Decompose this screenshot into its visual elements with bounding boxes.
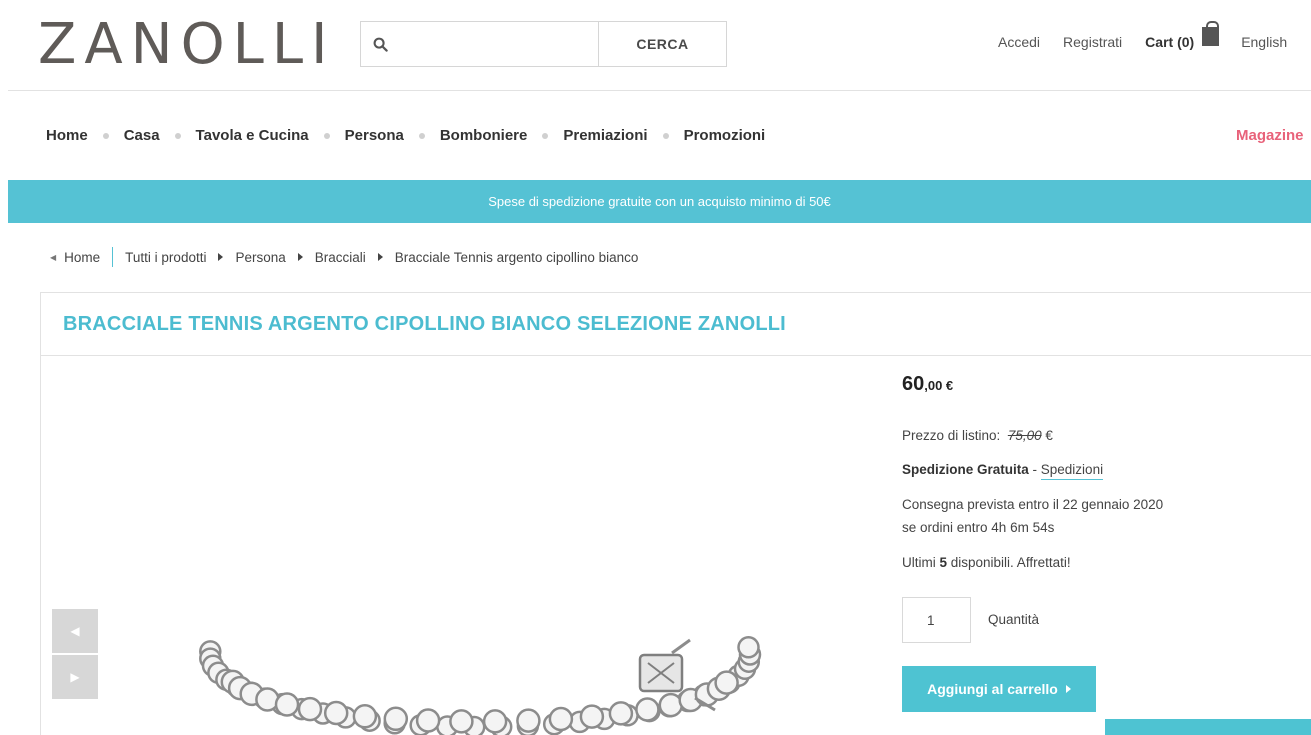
nav-item-casa[interactable]: Casa <box>124 127 160 144</box>
nav-separator <box>174 132 181 139</box>
list-price: Prezzo di listino: 75,00 € <box>902 428 1053 443</box>
chevron-left-small-icon: ◀ <box>50 252 57 262</box>
add-to-cart-button[interactable]: Aggiungi al carrello <box>902 666 1096 712</box>
quantity-label: Quantità <box>988 612 1040 627</box>
free-shipping-label: Spedizione Gratuita <box>902 462 1029 477</box>
register-link[interactable]: Registrati <box>1063 34 1122 50</box>
add-to-cart-label: Aggiungi al carrello <box>927 681 1058 697</box>
site-logo[interactable]: ZANOLLI <box>38 10 336 80</box>
account-links: Accedi Registrati Cart (0) English <box>998 21 1310 51</box>
cart-link[interactable]: Cart (0) <box>1145 34 1194 50</box>
breadcrumb-item-current: Bracciale Tennis argento cipollino bianc… <box>394 249 639 265</box>
shipping-info: Spedizione Gratuita - Spedizioni <box>902 462 1104 480</box>
search-icon <box>373 37 388 52</box>
search-button[interactable]: CERCA <box>599 22 726 66</box>
breadcrumb-divider <box>112 247 114 267</box>
breadcrumb-item-bracciali[interactable]: Bracciali <box>315 250 366 265</box>
chevron-right-icon: ▶ <box>70 670 80 684</box>
stock-prefix: Ultimi <box>902 555 940 570</box>
breadcrumb-item-persona[interactable]: Persona <box>235 250 285 265</box>
nav-item-bomboniere[interactable]: Bomboniere <box>440 127 528 144</box>
breadcrumb: ◀ Home Tutti i prodotti Persona Braccial… <box>50 247 638 267</box>
shipping-separator: - <box>1028 462 1041 477</box>
shipping-banner-text: Spese di spedizione gratuite con un acqu… <box>488 194 831 209</box>
search-bar: CERCA <box>360 21 727 67</box>
shopping-bag-icon[interactable] <box>1202 21 1220 46</box>
main-nav: Home Casa Tavola e Cucina Persona Bombon… <box>46 127 765 144</box>
nav-separator <box>662 132 669 139</box>
chevron-right-icon <box>1065 685 1071 693</box>
caret-right-icon <box>218 253 224 261</box>
price-integer: 60 <box>902 373 925 395</box>
caret-right-icon <box>377 253 383 261</box>
search-input[interactable] <box>361 22 599 66</box>
chevron-left-icon: ◀ <box>70 624 80 638</box>
gallery-prev-button[interactable]: ◀ <box>52 609 98 653</box>
delivery-estimate: Consegna prevista entro il 22 gennaio 20… <box>902 497 1164 512</box>
product-image <box>199 636 762 735</box>
nav-item-tavola-cucina[interactable]: Tavola e Cucina <box>196 127 309 144</box>
product-title: BRACCIALE TENNIS ARGENTO CIPOLLINO BIANC… <box>63 312 786 335</box>
breadcrumb-item-all-products[interactable]: Tutti i prodotti <box>125 250 206 265</box>
product-price: 60,00 € <box>902 373 953 396</box>
chat-widget-tab[interactable] <box>1105 719 1311 735</box>
nav-separator <box>542 132 549 139</box>
price-decimal: ,00 € <box>924 378 954 393</box>
stock-suffix: disponibili. Affrettati! <box>947 555 1071 570</box>
list-price-label: Prezzo di listino: <box>902 428 1001 443</box>
language-link[interactable]: English <box>1241 34 1287 50</box>
nav-item-promozioni[interactable]: Promozioni <box>684 127 766 144</box>
nav-separator <box>323 132 330 139</box>
product-header: BRACCIALE TENNIS ARGENTO CIPOLLINO BIANC… <box>41 293 1311 356</box>
nav-item-home[interactable]: Home <box>46 127 88 144</box>
nav-item-premiazioni[interactable]: Premiazioni <box>563 127 647 144</box>
caret-right-icon <box>297 253 303 261</box>
nav-separator <box>102 132 109 139</box>
list-price-currency: € <box>1041 428 1053 443</box>
nav-item-magazine[interactable]: Magazine <box>1236 127 1304 144</box>
quantity-input[interactable]: 1 <box>902 597 971 643</box>
nav-item-persona[interactable]: Persona <box>345 127 404 144</box>
breadcrumb-item-home[interactable]: Home <box>64 250 100 265</box>
login-link[interactable]: Accedi <box>998 34 1040 50</box>
list-price-value: 75,00 <box>1007 428 1042 443</box>
stock-count: 5 <box>939 555 948 570</box>
gallery-next-button[interactable]: ▶ <box>52 655 98 699</box>
shipping-link[interactable]: Spedizioni <box>1040 462 1104 480</box>
nav-separator <box>418 132 425 139</box>
delivery-countdown: se ordini entro 4h 6m 54s <box>902 520 1055 535</box>
shipping-banner: Spese di spedizione gratuite con un acqu… <box>8 180 1311 223</box>
stock-notice: Ultimi 5 disponibili. Affrettati! <box>902 555 1071 570</box>
header-divider <box>8 90 1311 91</box>
